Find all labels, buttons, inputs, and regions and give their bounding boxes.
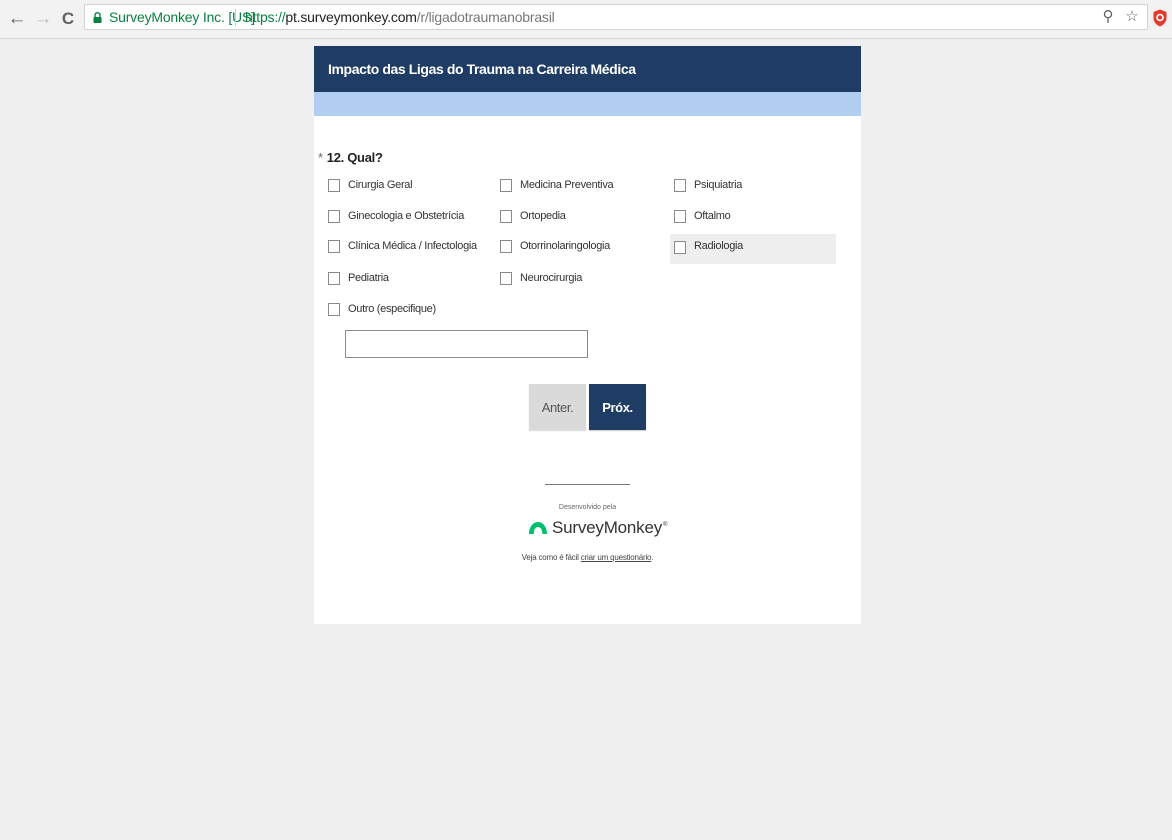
option-ginecologia-obstetricia[interactable]: Ginecologia e Obstetrícia	[318, 205, 484, 231]
site-identity[interactable]: SurveyMonkey Inc. [US]	[109, 9, 255, 25]
surveymonkey-logo[interactable]: SurveyMonkey®	[528, 516, 667, 540]
option-label: Pediatria	[348, 272, 389, 284]
option-medicina-preventiva[interactable]: Medicina Preventiva	[490, 174, 656, 200]
option-label: Ginecologia e Obstetrícia	[348, 210, 465, 222]
forward-arrow-icon[interactable]: →	[32, 8, 54, 30]
survey-panel: Impacto das Ligas do Trauma na Carreira …	[314, 46, 861, 624]
checkbox[interactable]	[328, 272, 340, 285]
option-otorrinolaringologia[interactable]: Otorrinolaringologia	[490, 235, 656, 261]
brand-name: SurveyMonkey®	[552, 518, 667, 538]
option-cirurgia-geral[interactable]: Cirurgia Geral	[318, 174, 484, 200]
checkbox[interactable]	[328, 179, 340, 192]
browser-toolbar: ← → C SurveyMonkey Inc. [US] https://pt.…	[0, 0, 1172, 39]
address-bar-actions: ⚲ ☆	[1099, 8, 1141, 28]
option-label: Neurocirurgia	[520, 272, 583, 284]
option-label: Radiologia	[694, 240, 743, 252]
option-psiquiatria[interactable]: Psiquiatria	[664, 174, 836, 200]
cta-suffix: .	[651, 553, 654, 562]
option-clinica-medica[interactable]: Clínica Médica / Infectologia	[318, 235, 484, 261]
footer-cta: Veja como é fácil criar um questionário.	[314, 553, 861, 562]
option-radiologia[interactable]: Radiologia	[670, 234, 836, 264]
lock-icon	[93, 12, 102, 23]
url-host: pt.surveymonkey.com	[285, 9, 417, 25]
other-specify-input[interactable]	[345, 330, 588, 358]
bookmark-star-icon[interactable]: ☆	[1123, 8, 1141, 26]
cta-prefix: Veja como é fácil	[521, 553, 581, 562]
survey-header: Impacto das Ligas do Trauma na Carreira …	[314, 46, 861, 92]
previous-button[interactable]: Anter.	[529, 384, 586, 430]
checkbox[interactable]	[328, 210, 340, 223]
question-text: Qual?	[347, 150, 383, 165]
progress-band	[314, 92, 861, 116]
checkbox[interactable]	[500, 240, 512, 253]
next-button[interactable]: Próx.	[589, 384, 646, 430]
surveymonkey-brand-icon	[529, 522, 547, 535]
brand-name-text: SurveyMonkey	[552, 518, 663, 537]
option-label: Psiquiatria	[694, 179, 743, 191]
powered-by-text: Desenvolvido pela	[558, 504, 617, 511]
back-arrow-icon[interactable]: ←	[6, 8, 28, 30]
zoom-icon[interactable]: ⚲	[1099, 8, 1117, 26]
required-asterisk: *	[318, 150, 323, 165]
option-label: Oftalmo	[694, 210, 731, 222]
url-text[interactable]: https://pt.surveymonkey.com/r/ligadotrau…	[245, 9, 555, 25]
checkbox[interactable]	[328, 240, 340, 253]
option-label: Cirurgia Geral	[348, 179, 413, 191]
address-bar[interactable]: SurveyMonkey Inc. [US] https://pt.survey…	[84, 4, 1148, 30]
reload-icon[interactable]: C	[57, 8, 79, 30]
survey-title: Impacto das Ligas do Trauma na Carreira …	[328, 61, 636, 77]
option-label: Outro (especifique)	[348, 303, 436, 315]
checkbox[interactable]	[328, 303, 340, 316]
address-divider	[235, 9, 236, 26]
option-neurocirurgia[interactable]: Neurocirurgia	[490, 267, 656, 293]
option-ortopedia[interactable]: Ortopedia	[490, 205, 656, 231]
option-label: Otorrinolaringologia	[520, 240, 610, 252]
checkbox[interactable]	[674, 179, 686, 192]
checkbox[interactable]	[674, 241, 686, 254]
brand-registered-mark: ®	[663, 522, 668, 529]
checkbox[interactable]	[674, 210, 686, 223]
url-path: /r/ligadotraumanobrasil	[416, 9, 555, 25]
option-oftalmo[interactable]: Oftalmo	[664, 205, 836, 231]
checkbox[interactable]	[500, 272, 512, 285]
create-survey-link[interactable]: criar um questionário	[581, 553, 652, 562]
option-outro[interactable]: Outro (especifique)	[318, 298, 484, 324]
option-pediatria[interactable]: Pediatria	[318, 267, 484, 293]
question-number: 12.	[326, 150, 344, 165]
option-label: Ortopedia	[520, 210, 566, 222]
checkbox[interactable]	[500, 210, 512, 223]
checkbox[interactable]	[500, 179, 512, 192]
extension-shield-icon[interactable]	[1153, 9, 1167, 27]
footer-divider	[545, 484, 630, 485]
option-label: Clínica Médica / Infectologia	[348, 240, 477, 252]
option-label: Medicina Preventiva	[520, 179, 614, 191]
question-title: * 12. Qual?	[318, 150, 383, 165]
url-scheme: https://	[245, 9, 286, 25]
